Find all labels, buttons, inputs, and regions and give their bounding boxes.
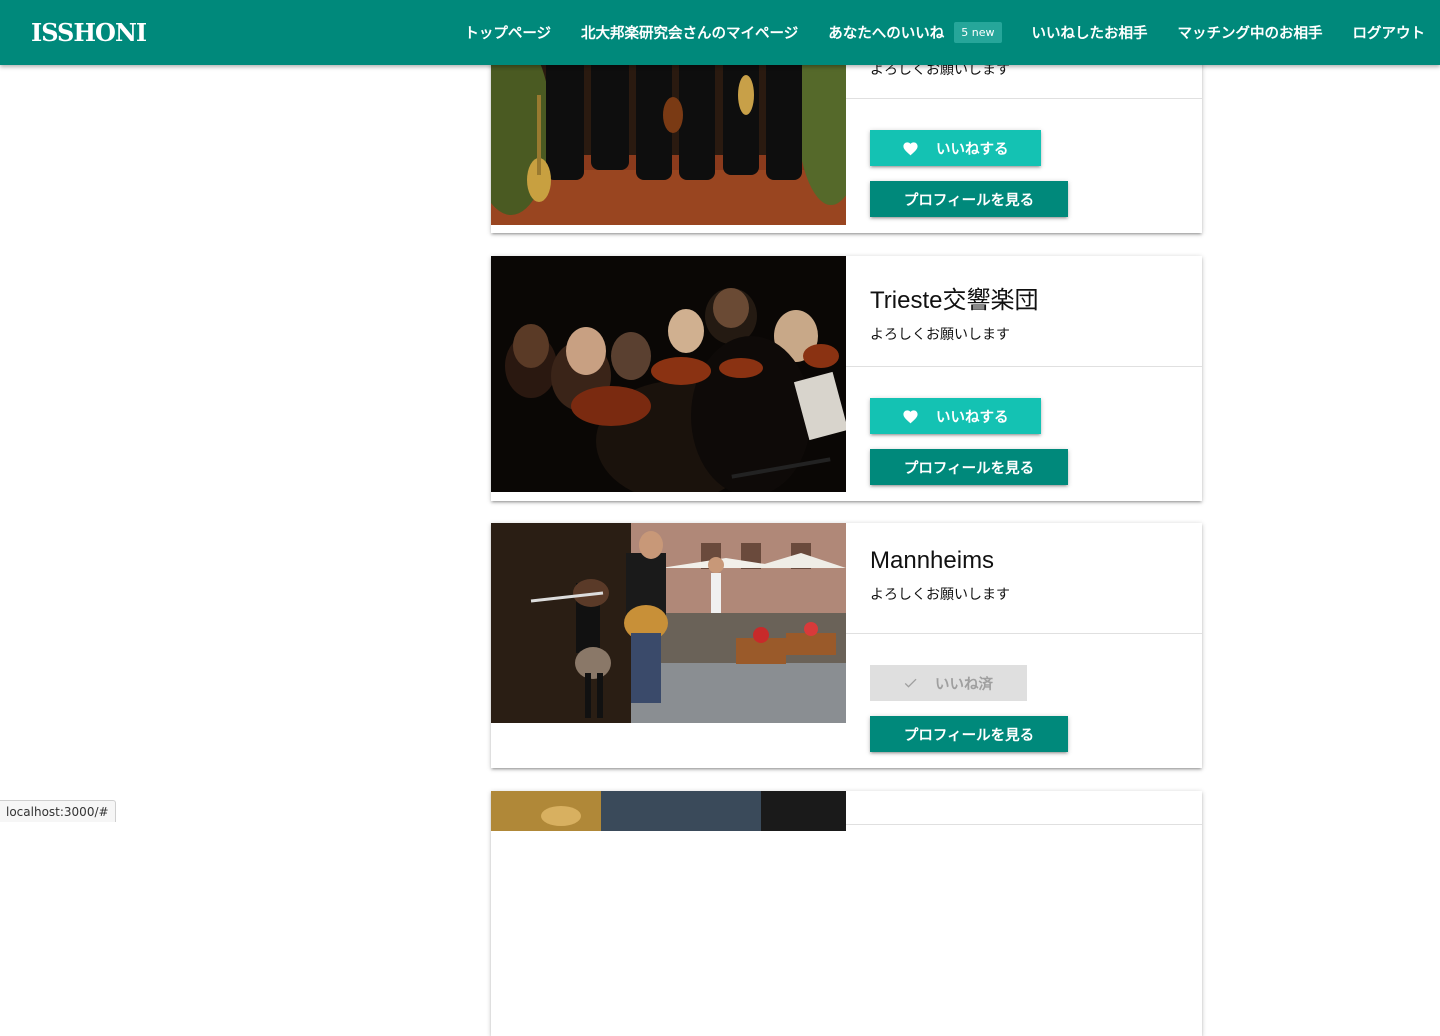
top-navbar: ISSHONI トップページ 北大邦楽研究会さんのマイページ あなたへのいいね … [0,0,1440,65]
card-content: Trieste交響楽団 よろしくお願いします [846,256,1202,367]
view-profile-label: プロフィールを見る [904,724,1034,745]
heart-icon [902,408,919,424]
view-profile-button[interactable]: プロフィールを見る [870,449,1068,485]
card-body: Mannheims よろしくお願いします いいね済 プロフィールを見る [846,523,1202,768]
nav-menu: トップページ 北大邦楽研究会さんのマイページ あなたへのいいね 5 new いい… [449,0,1440,65]
like-button-label: いいねする [936,138,1009,159]
card-actions: いいねする プロフィールを見る [846,99,1202,233]
partner-photo [491,791,846,1036]
nav-item-label: あなたへのいいね [828,22,944,43]
partner-photo [491,256,846,501]
nav-item-label: マッチング中のお相手 [1178,22,1323,43]
nav-item-label: 北大邦楽研究会さんのマイページ [581,22,798,43]
partner-card: Trieste交響楽団 よろしくお願いします いいねする プロフィールを見る [491,256,1202,501]
brass-photo [491,791,846,831]
like-button[interactable]: いいねする [870,398,1041,434]
card-body [846,791,1202,1036]
card-body: Trieste交響楽団 よろしくお願いします いいねする プロフィールを見る [846,256,1202,501]
partner-description: よろしくお願いします [870,584,1178,604]
heart-icon [902,140,919,156]
partner-description: よろしくお願いします [870,324,1178,344]
partner-card [491,791,1202,1036]
card-content [846,791,1202,825]
like-button[interactable]: いいねする [870,130,1041,166]
nav-item-top-page[interactable]: トップページ [449,0,566,65]
partner-card: Mannheims よろしくお願いします いいね済 プロフィールを見る [491,523,1202,768]
new-count-badge: 5 new [954,22,1001,43]
nav-item-label: トップページ [464,22,551,43]
nav-item-logout[interactable]: ログアウト [1338,0,1440,65]
view-profile-label: プロフィールを見る [904,457,1034,478]
liked-button: いいね済 [870,665,1027,701]
partner-name: Trieste交響楽団 [870,280,1178,315]
nav-item-matching-partners[interactable]: マッチング中のお相手 [1163,0,1338,65]
card-actions: いいね済 プロフィールを見る [846,634,1202,768]
check-icon [902,675,919,691]
nav-item-label: いいねしたお相手 [1032,22,1148,43]
partner-name: Mannheims [870,547,1178,575]
nav-item-liked-partners[interactable]: いいねしたお相手 [1017,0,1163,65]
street-musicians-photo [491,523,846,723]
view-profile-label: プロフィールを見る [904,189,1034,210]
nav-item-likes-received[interactable]: あなたへのいいね 5 new [813,0,1016,65]
partner-photo [491,523,846,768]
browser-status-url: localhost:3000/# [0,800,116,822]
orchestra-photo [491,256,846,492]
nav-item-my-page[interactable]: 北大邦楽研究会さんのマイページ [566,0,813,65]
like-button-label: いいねする [936,406,1009,427]
liked-button-label: いいね済 [935,673,993,694]
card-content: Mannheims よろしくお願いします [846,523,1202,634]
brand-logo[interactable]: ISSHONI [31,18,146,47]
nav-item-label: ログアウト [1353,22,1426,43]
card-actions: いいねする プロフィールを見る [846,367,1202,501]
view-profile-button[interactable]: プロフィールを見る [870,181,1068,217]
view-profile-button[interactable]: プロフィールを見る [870,716,1068,752]
